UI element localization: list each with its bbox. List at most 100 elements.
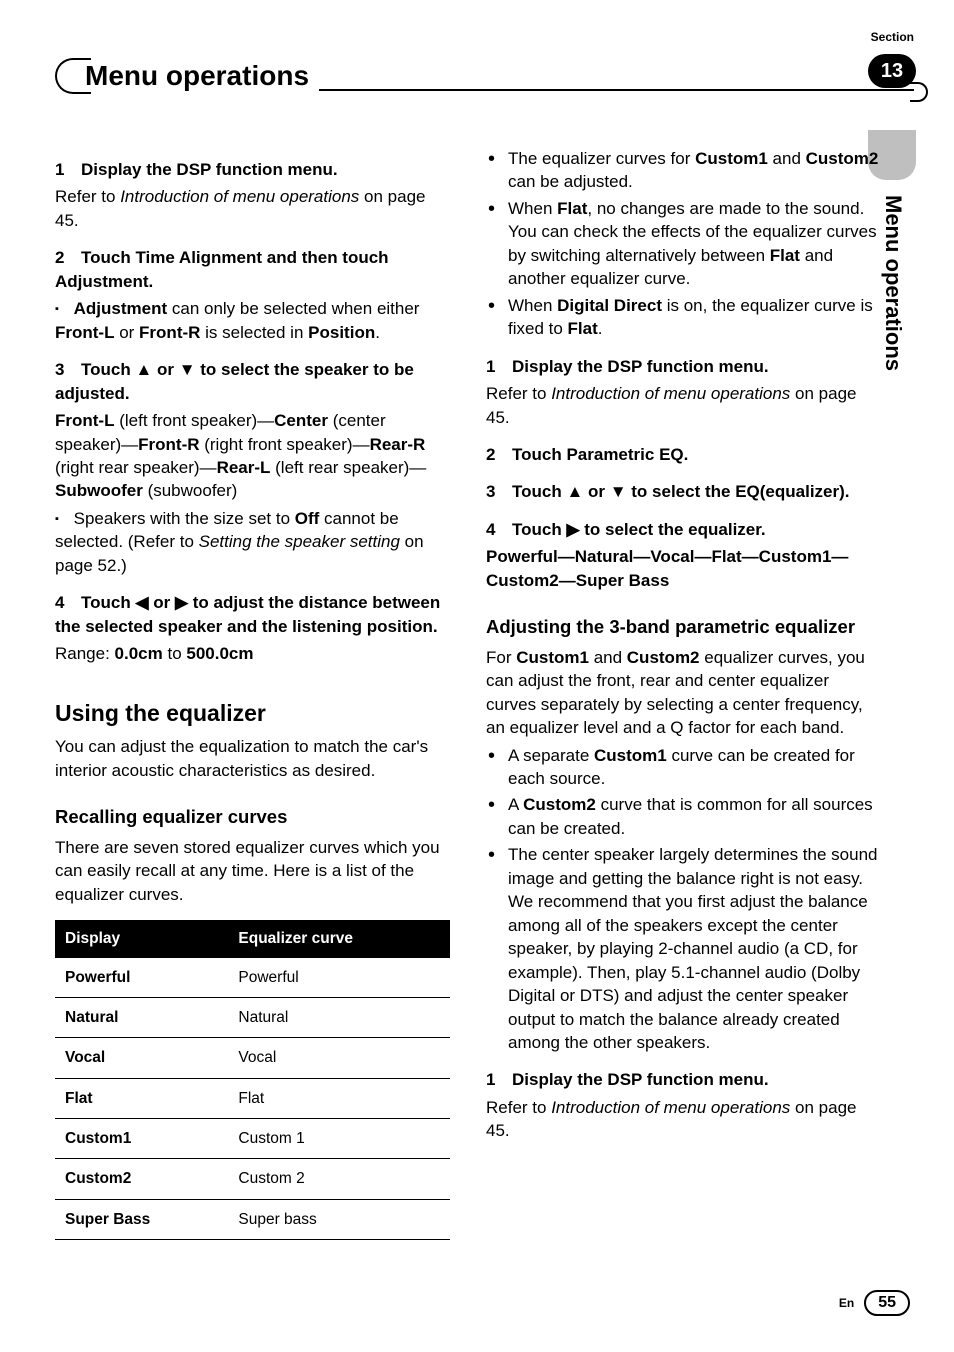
step-r3: 3Touch ▲ or ▼ to select the EQ(equalizer… <box>486 480 881 503</box>
step-number: 3 <box>55 358 81 381</box>
step-number: 1 <box>486 355 512 378</box>
text-bold: Custom2 <box>627 648 700 667</box>
equalizer-table: Display Equalizer curve PowerfulPowerful… <box>55 920 450 1240</box>
chapter-title: Menu operations <box>85 60 309 92</box>
step-r2: 2Touch Parametric EQ. <box>486 443 881 466</box>
text: (subwoofer) <box>143 481 237 500</box>
list-item: A Custom2 curve that is common for all s… <box>486 793 881 840</box>
step-3: 3Touch ▲ or ▼ to select the speaker to b… <box>55 358 450 405</box>
text: can be adjusted. <box>508 172 633 191</box>
table-row: FlatFlat <box>55 1078 450 1118</box>
step-number: 4 <box>55 591 81 614</box>
text-bold: Front-L <box>55 323 114 342</box>
step-number: 2 <box>486 443 512 466</box>
cell: Vocal <box>55 1038 228 1078</box>
text-bold: Front-R <box>138 435 199 454</box>
table-row: VocalVocal <box>55 1038 450 1078</box>
text: (left rear speaker)— <box>270 458 426 477</box>
list-item: The equalizer curves for Custom1 and Cus… <box>486 147 881 194</box>
side-chapter-label: Menu operations <box>880 195 906 371</box>
text: (right front speaker)— <box>200 435 370 454</box>
text: can only be selected when either <box>167 299 419 318</box>
step-label: Touch ◀ or ▶ to adjust the distance betw… <box>55 593 440 635</box>
text: and <box>589 648 627 667</box>
footer-lang: En <box>839 1296 854 1310</box>
step-label: Touch ▲ or ▼ to select the speaker to be… <box>55 360 414 402</box>
step-label: Touch Time Alignment and then touch Adju… <box>55 248 389 290</box>
text-bold: Front-L <box>55 411 114 430</box>
text-bold: Position <box>308 323 375 342</box>
cell: Custom 2 <box>228 1159 450 1199</box>
step-body: Refer to Introduction of menu operations… <box>486 1096 881 1143</box>
text-italic: Introduction of menu operations <box>551 1098 790 1117</box>
step-number: 2 <box>55 246 81 269</box>
text-bold: Flat <box>568 319 598 338</box>
text-bold: Off <box>295 509 320 528</box>
step-note: Adjustment can only be selected when eit… <box>55 297 450 344</box>
step-body: Refer to Introduction of menu operations… <box>55 185 450 232</box>
cell: Natural <box>55 997 228 1037</box>
text: When <box>508 199 557 218</box>
text-bold: Flat <box>557 199 587 218</box>
step-label: Display the DSP function menu. <box>512 357 769 376</box>
list-item: A separate Custom1 curve can be created … <box>486 744 881 791</box>
table-row: PowerfulPowerful <box>55 958 450 998</box>
left-column: 1Display the DSP function menu. Refer to… <box>55 144 450 1240</box>
text-bold: Subwoofer <box>55 481 143 500</box>
text-bold: 0.0cm <box>115 644 163 663</box>
subsection-body: There are seven stored equalizer curves … <box>55 836 450 906</box>
cell: Powerful <box>228 958 450 998</box>
section-body: You can adjust the equalization to match… <box>55 735 450 782</box>
text-bold: Flat <box>770 246 800 265</box>
text: (left front speaker)— <box>114 411 274 430</box>
table-row: NaturalNatural <box>55 997 450 1037</box>
text-bold: Custom2 <box>806 149 879 168</box>
text: When <box>508 296 557 315</box>
text-bold: Rear-L <box>217 458 271 477</box>
text: . <box>598 319 603 338</box>
cell: Super bass <box>228 1199 450 1239</box>
text-bold: 500.0cm <box>186 644 253 663</box>
text: (right rear speaker)— <box>55 458 217 477</box>
step-1: 1Display the DSP function menu. <box>55 158 450 181</box>
footer-page-number: 55 <box>864 1290 910 1316</box>
subsection-body: For Custom1 and Custom2 equalizer curves… <box>486 646 881 740</box>
subheading-recalling: Recalling equalizer curves <box>55 804 450 830</box>
step-number: 1 <box>55 158 81 181</box>
cell: Custom2 <box>55 1159 228 1199</box>
list-item: The center speaker largely determines th… <box>486 843 881 1054</box>
eq-sequence: Powerful—Natural—Vocal—Flat—Custom1—Cust… <box>486 545 881 592</box>
text-bold: Rear-R <box>370 435 426 454</box>
text: Refer to <box>486 384 551 403</box>
section-heading-equalizer: Using the equalizer <box>55 698 450 730</box>
list-item: When Digital Direct is on, the equalizer… <box>486 294 881 341</box>
text-bold: Custom1 <box>594 746 667 765</box>
text: . <box>375 323 380 342</box>
text: Refer to <box>486 1098 551 1117</box>
step-label: Touch Parametric EQ. <box>512 445 688 464</box>
step-label: Touch ▲ or ▼ to select the EQ(equalizer)… <box>512 482 850 501</box>
step-label: Touch ▶ to select the equalizer. <box>512 520 766 539</box>
step-r4: 4Touch ▶ to select the equalizer. <box>486 518 881 541</box>
text: to <box>163 644 187 663</box>
text: and <box>768 149 806 168</box>
text-italic: Setting the speaker setting <box>199 532 400 551</box>
page-footer: En 55 <box>839 1290 910 1316</box>
cell: Custom 1 <box>228 1119 450 1159</box>
subheading-3band: Adjusting the 3-band parametric equalize… <box>486 614 881 640</box>
text: is selected in <box>200 323 308 342</box>
cell: Super Bass <box>55 1199 228 1239</box>
section-label: Section <box>871 30 914 44</box>
text-bold: Custom1 <box>516 648 589 667</box>
text-bold: Center <box>274 411 328 430</box>
cell: Flat <box>55 1078 228 1118</box>
table-row: Custom2Custom 2 <box>55 1159 450 1199</box>
table-row: Super BassSuper bass <box>55 1199 450 1239</box>
cell: Powerful <box>55 958 228 998</box>
text: Range: <box>55 644 115 663</box>
table-header-curve: Equalizer curve <box>228 920 450 957</box>
list-item: When Flat, no changes are made to the so… <box>486 197 881 291</box>
speaker-sequence: Front-L (left front speaker)—Center (cen… <box>55 409 450 503</box>
text-bold: Custom1 <box>695 149 768 168</box>
cell: Flat <box>228 1078 450 1118</box>
